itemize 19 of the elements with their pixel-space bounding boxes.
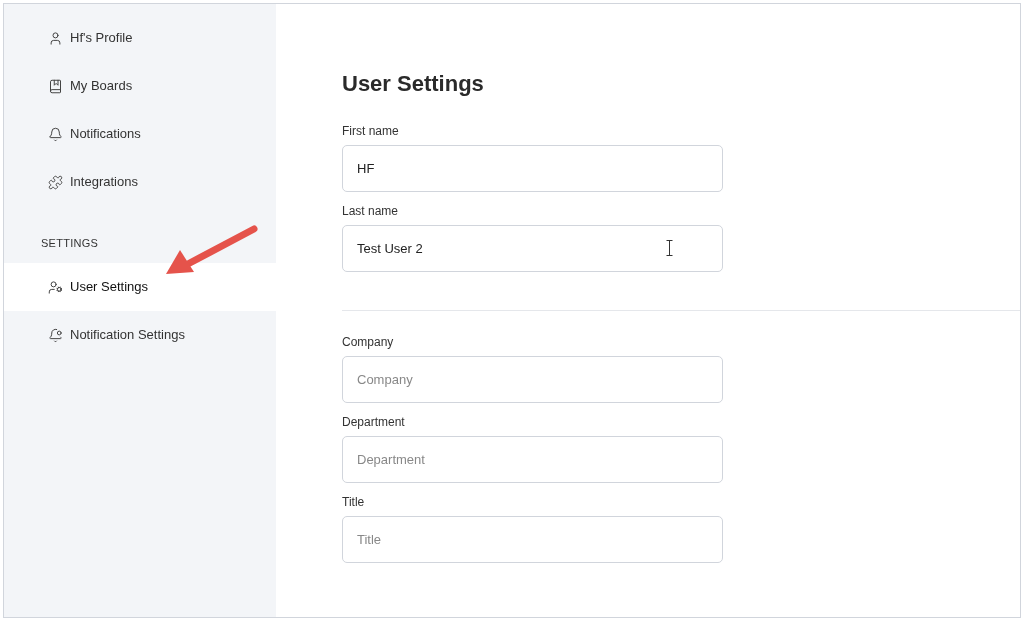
input-field[interactable]: Test User 2 <box>342 225 723 272</box>
field-label: Last name <box>342 203 399 220</box>
bell-icon <box>48 126 63 142</box>
field-label: First name <box>342 123 399 140</box>
user-icon <box>48 30 63 46</box>
sidebar-item[interactable]: User Settings <box>4 263 276 311</box>
field-label: Department <box>342 414 405 431</box>
book-icon <box>48 78 63 94</box>
field-label: Company <box>342 334 394 351</box>
input-field[interactable]: Company <box>342 356 723 403</box>
field-label: Title <box>342 494 365 511</box>
page-title: User Settings <box>342 70 484 98</box>
puzzle-icon <box>48 174 63 190</box>
input-field[interactable]: Department <box>342 436 723 483</box>
user-gear-icon <box>48 279 63 295</box>
input-field[interactable]: HF <box>342 145 723 192</box>
bell-dot-icon <box>48 327 63 343</box>
section-heading: SETTINGS <box>41 235 99 251</box>
input-field[interactable]: Title <box>342 516 723 563</box>
